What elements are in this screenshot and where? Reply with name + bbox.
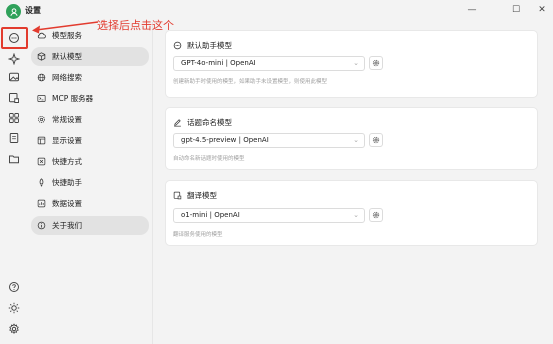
menu-item-general-settings[interactable]: 常规设置 [31, 110, 149, 129]
translate-icon [8, 92, 19, 103]
translate-model-select[interactable]: o1-mini | OpenAI ⌄ [173, 208, 365, 223]
topic-naming-model-card: 话题命名模型 gpt-4.5-preview | OpenAI ⌄ 自动命名新话… [165, 107, 538, 170]
menu-item-web-search[interactable]: 网络搜索 [31, 68, 149, 87]
selected-model: gpt-4.5-preview | OpenAI [181, 136, 269, 144]
annotation-text: 选择后点击这个 [97, 19, 174, 32]
menu-item-label: 快捷助手 [52, 178, 82, 187]
gear-icon [372, 59, 380, 67]
menu-item-label: 默认模型 [52, 52, 82, 61]
agents-button[interactable] [4, 49, 23, 68]
menu-item-label: 关于我们 [52, 221, 82, 230]
translate-button[interactable] [4, 88, 23, 107]
card-title: 话题命名模型 [173, 117, 232, 128]
settings-menu: 模型服务 默认模型 网络搜索 MCP 服务器 常规设置 显示设置 快捷方式 快捷… [28, 22, 153, 344]
paint-button[interactable] [4, 67, 23, 86]
menu-item-label: 常规设置 [52, 115, 82, 124]
card-title-text: 默认助手模型 [187, 41, 232, 50]
settings-button[interactable] [4, 319, 23, 338]
translate-model-card: 翻译模型 o1-mini | OpenAI ⌄ 翻译服务使用的模型 [165, 180, 538, 246]
topic-naming-model-select[interactable]: gpt-4.5-preview | OpenAI ⌄ [173, 133, 365, 148]
highlight-box [1, 27, 28, 49]
model-settings-button[interactable] [369, 56, 383, 70]
menu-item-mcp-server[interactable]: MCP 服务器 [31, 89, 149, 108]
menu-item-display-settings[interactable]: 显示设置 [31, 131, 149, 150]
card-hint: 创建新助手时使用的模型，如果助手未设置模型，则使用此模型 [173, 79, 328, 85]
model-settings-button[interactable] [369, 133, 383, 147]
command-icon [37, 157, 46, 166]
card-title-text: 翻译模型 [187, 191, 217, 200]
theme-sun-icon [8, 302, 19, 313]
chevron-down-icon: ⌄ [353, 59, 359, 67]
menu-item-about[interactable]: 关于我们 [31, 216, 149, 235]
selected-model: GPT-4o-mini | OpenAI [181, 59, 256, 67]
card-title: 默认助手模型 [173, 40, 232, 51]
apps-button[interactable] [4, 108, 23, 127]
menu-item-label: 显示设置 [52, 136, 82, 145]
user-icon [9, 7, 18, 16]
menu-item-label: MCP 服务器 [52, 94, 94, 103]
gear-icon [372, 136, 380, 144]
main-content: 默认助手模型 GPT-4o-mini | OpenAI ⌄ 创建新助手时使用的模… [153, 22, 553, 344]
database-icon [37, 199, 46, 208]
user-avatar[interactable] [6, 4, 21, 19]
gear-icon [372, 211, 380, 219]
terminal-icon [37, 95, 46, 102]
help-icon [8, 281, 19, 292]
default-assistant-model-select[interactable]: GPT-4o-mini | OpenAI ⌄ [173, 56, 365, 71]
card-title: 翻译模型 [173, 190, 217, 201]
menu-item-label: 数据设置 [52, 199, 82, 208]
maximize-button[interactable]: ☐ [509, 3, 523, 17]
files-icon [9, 132, 18, 143]
card-hint: 翻译服务使用的模型 [173, 232, 223, 238]
annotation-arrow [32, 21, 99, 34]
theme-toggle-button[interactable] [4, 298, 23, 317]
menu-item-quick-assistant[interactable]: 快捷助手 [31, 173, 149, 192]
folder-button[interactable] [4, 149, 23, 168]
chevron-down-icon: ⌄ [353, 211, 359, 219]
info-icon [37, 221, 46, 230]
selected-model: o1-mini | OpenAI [181, 211, 240, 219]
menu-item-label: 快捷方式 [52, 157, 82, 166]
image-icon [8, 72, 19, 81]
help-button[interactable] [4, 277, 23, 296]
close-button[interactable]: ✕ [535, 3, 549, 17]
settings-gear-icon [8, 322, 19, 334]
translate-icon [173, 191, 182, 200]
gear-icon [38, 116, 45, 123]
chevron-down-icon: ⌄ [353, 136, 359, 144]
monitor-icon [37, 136, 46, 145]
window-title: 设置 [25, 6, 41, 15]
menu-item-shortcuts[interactable]: 快捷方式 [31, 152, 149, 171]
menu-item-default-model[interactable]: 默认模型 [31, 47, 149, 66]
pencil-icon [174, 119, 181, 127]
menu-item-data-settings[interactable]: 数据设置 [31, 194, 149, 213]
package-icon [37, 52, 46, 61]
minimize-button[interactable]: — [465, 3, 479, 17]
card-hint: 自动命名新话题时使用的模型 [173, 156, 245, 162]
model-settings-button[interactable] [369, 208, 383, 222]
folder-icon [8, 155, 19, 163]
default-assistant-model-card: 默认助手模型 GPT-4o-mini | OpenAI ⌄ 创建新助手时使用的模… [165, 30, 538, 98]
icon-rail [0, 22, 28, 344]
chat-bubble-icon [173, 41, 182, 50]
globe-icon [37, 73, 46, 82]
card-title-text: 话题命名模型 [187, 118, 232, 127]
menu-item-label: 网络搜索 [52, 73, 82, 82]
rocket-icon [39, 178, 44, 187]
apps-icon [8, 112, 19, 123]
sparkle-icon [7, 52, 20, 65]
files-button[interactable] [4, 128, 23, 147]
